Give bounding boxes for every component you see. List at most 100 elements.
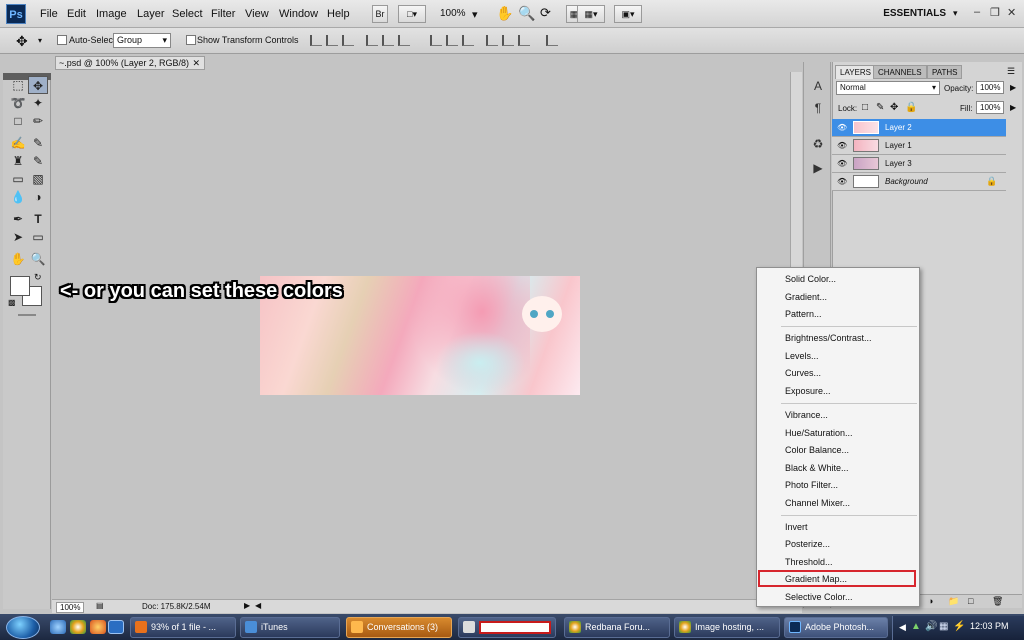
menu-item-invert[interactable]: Invert xyxy=(785,522,808,532)
visibility-eye-icon[interactable]: 👁 xyxy=(837,141,847,150)
layer-row-layer-2[interactable]: 👁 Layer 2 xyxy=(832,119,1006,137)
eyedropper-tool-icon[interactable]: ✏ xyxy=(28,112,48,130)
status-icon[interactable]: ▤ xyxy=(96,601,104,610)
visibility-eye-icon[interactable]: 👁 xyxy=(837,159,847,168)
zoom-tool-icon[interactable]: 🔍 xyxy=(518,5,535,22)
history-brush-tool-icon[interactable]: ✎ xyxy=(28,152,48,170)
bridge-button[interactable]: Br xyxy=(372,5,388,23)
distribute-top-icon[interactable] xyxy=(430,35,442,46)
menu-image[interactable]: Image xyxy=(96,8,127,20)
character-panel-icon[interactable]: A xyxy=(810,78,826,94)
chrome-icon[interactable] xyxy=(70,620,86,634)
status-zoom[interactable]: 100% xyxy=(56,602,85,613)
auto-select-checkbox[interactable] xyxy=(57,35,67,45)
restore-icon[interactable]: ❐ xyxy=(990,6,1000,19)
hand-tool-icon[interactable]: ✋ xyxy=(8,250,28,268)
move-tool-icon[interactable]: ✥ xyxy=(28,76,48,94)
menu-filter[interactable]: Filter xyxy=(211,8,235,20)
status-menu-icon[interactable]: ▶ xyxy=(244,601,250,610)
close-icon[interactable]: ✕ xyxy=(1007,6,1016,19)
tray-expand-icon[interactable]: ◀ xyxy=(899,622,906,633)
distribute-left-icon[interactable] xyxy=(486,35,498,46)
taskbar-button-image-hosting[interactable]: Image hosting, ... xyxy=(674,617,780,638)
menu-item-selective-color[interactable]: Selective Color... xyxy=(785,592,853,602)
fill-field[interactable]: 100% xyxy=(976,101,1004,114)
fill-arrow-icon[interactable]: ▶ xyxy=(1010,103,1016,112)
visibility-eye-icon[interactable]: 👁 xyxy=(837,123,847,132)
network-icon[interactable]: ▲ xyxy=(911,621,921,632)
taskbar-button-redbana[interactable]: Redbana Foru... xyxy=(564,617,670,638)
align-right-icon[interactable] xyxy=(398,35,410,46)
align-hcenter-icon[interactable] xyxy=(382,35,394,46)
distribute-hcenter-icon[interactable] xyxy=(502,35,514,46)
foreground-color-swatch[interactable] xyxy=(10,276,30,296)
blur-tool-icon[interactable]: 💧 xyxy=(8,188,28,206)
menu-item-hue-saturation[interactable]: Hue/Saturation... xyxy=(785,428,853,438)
align-bottom-icon[interactable] xyxy=(342,35,354,46)
dodge-tool-icon[interactable]: ◑ xyxy=(28,188,48,206)
layer-row-background[interactable]: 👁 Background 🔒 xyxy=(832,173,1006,191)
menu-item-gradient[interactable]: Gradient... xyxy=(785,292,827,302)
extras-dropdown[interactable]: □▾ xyxy=(398,5,426,23)
menu-item-posterize[interactable]: Posterize... xyxy=(785,539,830,549)
menu-item-pattern[interactable]: Pattern... xyxy=(785,309,822,319)
quick-mask-icon[interactable] xyxy=(18,314,36,316)
start-button[interactable] xyxy=(6,616,40,639)
taskbar-button-photoshop[interactable]: Adobe Photosh... xyxy=(784,617,888,638)
layer-row-layer-3[interactable]: 👁 Layer 3 xyxy=(832,155,1006,173)
eraser-tool-icon[interactable]: ▭ xyxy=(8,170,28,188)
swap-colors-icon[interactable]: ↻ xyxy=(34,272,42,283)
menu-file[interactable]: File xyxy=(40,8,58,20)
arrange-documents-icon[interactable]: ▦▾ xyxy=(577,5,605,23)
menu-item-levels[interactable]: Levels... xyxy=(785,351,819,361)
menu-item-threshold[interactable]: Threshold... xyxy=(785,557,833,567)
show-transform-checkbox[interactable] xyxy=(186,35,196,45)
clock[interactable]: 12:03 PM xyxy=(970,621,1009,631)
brush-tool-icon[interactable]: ✎ xyxy=(28,134,48,152)
zoom-tool-icon[interactable]: 🔍 xyxy=(28,250,48,268)
show-desktop-icon[interactable] xyxy=(50,620,66,634)
healing-brush-tool-icon[interactable]: ✍ xyxy=(8,134,28,152)
history-panel-icon[interactable]: ♻ xyxy=(810,136,826,152)
distribute-right-icon[interactable] xyxy=(518,35,530,46)
actions-panel-icon[interactable]: ▶ xyxy=(810,160,826,176)
menu-item-vibrance[interactable]: Vibrance... xyxy=(785,410,828,420)
panel-menu-icon[interactable]: ☰ xyxy=(1007,66,1015,77)
clone-stamp-tool-icon[interactable]: ♜ xyxy=(8,152,28,170)
align-vcenter-icon[interactable] xyxy=(326,35,338,46)
menu-select[interactable]: Select xyxy=(172,8,203,20)
zoom-level[interactable]: 100% xyxy=(440,8,466,19)
volume-icon[interactable]: 🔊 xyxy=(925,621,937,632)
lock-all-icon[interactable]: 🔒 xyxy=(905,102,917,113)
auto-align-icon[interactable] xyxy=(546,35,558,46)
taskbar-button-redacted[interactable] xyxy=(458,617,556,638)
menu-item-color-balance[interactable]: Color Balance... xyxy=(785,445,849,455)
group-icon[interactable]: 📁 xyxy=(948,596,959,607)
menu-help[interactable]: Help xyxy=(327,8,350,20)
tab-paths[interactable]: PATHS xyxy=(927,65,963,79)
distribute-vcenter-icon[interactable] xyxy=(446,35,458,46)
default-colors-icon[interactable]: ▩ xyxy=(8,298,16,307)
hand-tool-icon[interactable]: ✋ xyxy=(496,5,513,22)
menu-window[interactable]: Window xyxy=(279,8,318,20)
blend-mode-dropdown[interactable]: Normal ▾ xyxy=(836,81,940,95)
tab-channels[interactable]: CHANNELS xyxy=(873,65,927,79)
visibility-eye-icon[interactable]: 👁 xyxy=(837,177,847,186)
taskbar-button-itunes[interactable]: iTunes xyxy=(240,617,340,638)
menu-item-photo-filter[interactable]: Photo Filter... xyxy=(785,480,838,490)
gradient-tool-icon[interactable]: ▧ xyxy=(28,170,48,188)
zoom-dropdown-icon[interactable]: ▾ xyxy=(472,8,478,21)
shape-tool-icon[interactable]: ▭ xyxy=(28,228,48,246)
power-icon[interactable]: ⚡ xyxy=(953,621,965,632)
menu-item-channel-mixer[interactable]: Channel Mixer... xyxy=(785,498,850,508)
pen-tool-icon[interactable]: ✒ xyxy=(8,210,28,228)
display-icon[interactable]: ▦ xyxy=(939,621,948,632)
type-tool-icon[interactable]: T xyxy=(28,210,48,228)
firefox-icon[interactable] xyxy=(90,620,106,634)
magic-wand-tool-icon[interactable]: ✦ xyxy=(28,94,48,112)
move-tool-preset-icon[interactable]: ✥ xyxy=(16,33,28,50)
workspace-switcher[interactable]: ESSENTIALS xyxy=(883,8,946,19)
path-selection-tool-icon[interactable]: ➤ xyxy=(8,228,28,246)
lock-position-icon[interactable]: ✥ xyxy=(890,102,898,113)
paragraph-panel-icon[interactable]: ¶ xyxy=(810,100,826,116)
